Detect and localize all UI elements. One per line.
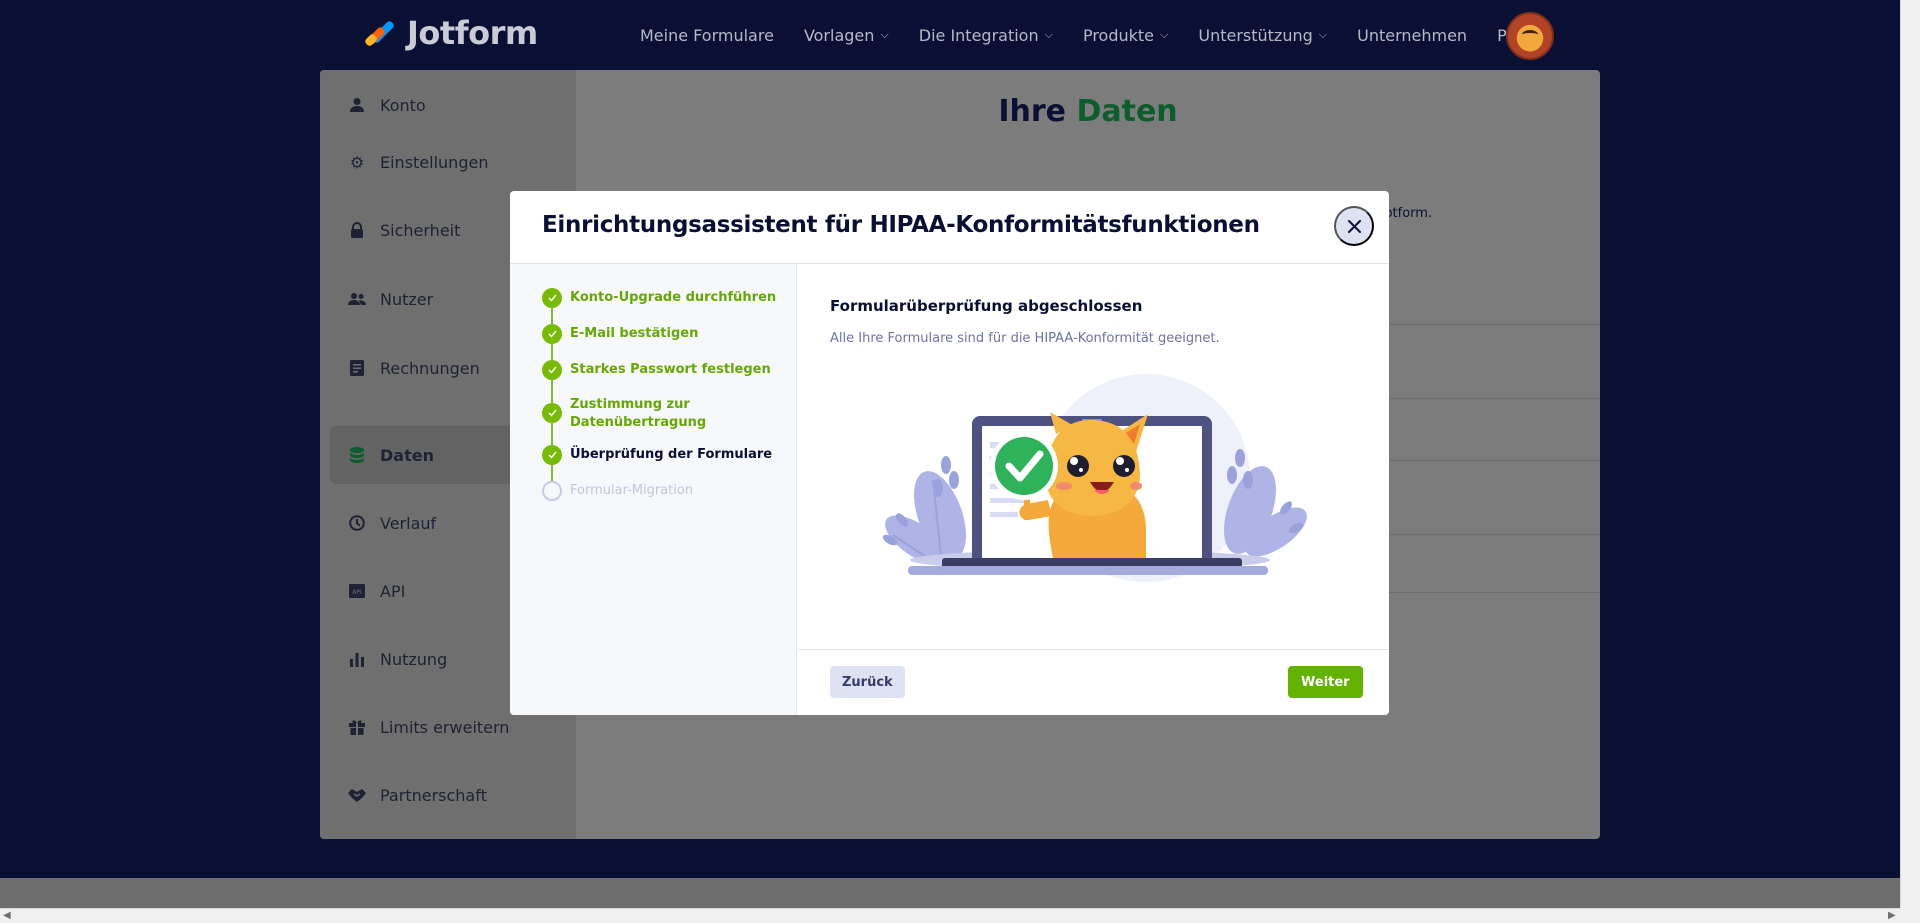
content-text: Alle Ihre Formulare sind für die HIPAA-K… bbox=[830, 331, 1220, 346]
wizard-step-label: Konto-Upgrade durchführen bbox=[570, 290, 777, 305]
page-title-accent: Daten bbox=[1076, 94, 1178, 129]
sidebar-item-label: Sicherheit bbox=[380, 220, 461, 240]
users-icon bbox=[348, 290, 366, 308]
wizard-step-label: Starkes Passwort festlegen bbox=[570, 362, 771, 377]
horizontal-scrollbar[interactable]: ◀ ▶ bbox=[0, 908, 1900, 923]
back-button[interactable]: Zurück bbox=[830, 666, 905, 698]
sidebar-item-label: Daten bbox=[380, 445, 434, 465]
check-icon bbox=[542, 445, 562, 465]
clock-icon bbox=[348, 514, 366, 532]
top-navigation: Jotform Meine Formulare Vorlagen ⌵ Die In… bbox=[0, 0, 1900, 70]
sidebar-item-label: Nutzung bbox=[380, 649, 448, 669]
wizard-step: Konto-Upgrade durchführen bbox=[542, 288, 782, 308]
modal-title: Einrichtungsassistent für HIPAA-Konformi… bbox=[542, 212, 1260, 238]
main-menu: Meine Formulare Vorlagen ⌵ Die Integratio… bbox=[640, 0, 1575, 70]
wizard-step-label: Formular-Migration bbox=[570, 483, 694, 498]
database-icon bbox=[348, 446, 366, 464]
sidebar-item-label: Einstellungen bbox=[380, 152, 489, 172]
brand-name: Jotform bbox=[407, 14, 538, 52]
wizard-content: Formularüberprüfung abgeschlossen Alle I… bbox=[798, 264, 1389, 715]
empty-circle-icon bbox=[542, 481, 562, 501]
wizard-step: Formular-Migration bbox=[542, 481, 782, 501]
nav-label: Die Integration bbox=[918, 25, 1039, 45]
wizard-step-label: E-Mail bestätigen bbox=[570, 326, 699, 341]
sidebar-item-label: Limits erweitern bbox=[380, 717, 510, 737]
svg-text:API: API bbox=[352, 589, 362, 596]
modal-footer: Zurück Weiter bbox=[798, 649, 1389, 715]
chevron-down-icon: ⌵ bbox=[1044, 28, 1053, 41]
check-icon bbox=[542, 360, 562, 380]
mascot-laptop-illustration bbox=[882, 374, 1307, 582]
sidebar-item-label: Rechnungen bbox=[380, 358, 480, 378]
nav-label: Unternehmen bbox=[1357, 25, 1468, 45]
handshake-icon bbox=[348, 786, 366, 804]
sidebar-item-konto[interactable]: Konto bbox=[330, 76, 576, 134]
gift-icon bbox=[348, 718, 366, 736]
chevron-down-icon: ⌵ bbox=[1318, 28, 1328, 41]
check-icon bbox=[542, 403, 562, 423]
hipaa-setup-wizard-modal: Einrichtungsassistent für HIPAA-Konformi… bbox=[510, 191, 1389, 715]
invoice-icon bbox=[348, 359, 366, 377]
api-icon: API bbox=[348, 582, 366, 600]
wizard-step: E-Mail bestätigen bbox=[542, 324, 782, 344]
page-title: Ihre Daten bbox=[576, 94, 1600, 129]
nav-item-produkte[interactable]: Produkte ⌵ bbox=[1083, 26, 1168, 45]
vertical-scrollbar[interactable] bbox=[1900, 0, 1920, 908]
user-icon bbox=[348, 96, 366, 114]
close-button[interactable] bbox=[1334, 206, 1374, 246]
avatar[interactable] bbox=[1506, 12, 1554, 60]
jotform-logo-icon bbox=[363, 17, 397, 49]
scroll-right-icon[interactable]: ▶ bbox=[1888, 909, 1896, 923]
sidebar-item-label: Nutzer bbox=[380, 289, 434, 309]
chevron-down-icon: ⌵ bbox=[880, 28, 889, 41]
chevron-down-icon: ⌵ bbox=[1160, 28, 1169, 41]
modal-header: Einrichtungsassistent für HIPAA-Konformi… bbox=[510, 191, 1389, 264]
nav-item-vorlagen[interactable]: Vorlagen ⌵ bbox=[804, 26, 889, 45]
scrollbar-corner bbox=[1900, 908, 1920, 923]
wizard-step: Zustimmung zur Datenübertragung bbox=[542, 395, 757, 432]
scroll-left-icon[interactable]: ◀ bbox=[3, 909, 11, 923]
sidebar-item-label: Konto bbox=[380, 95, 426, 115]
sidebar-item-label: API bbox=[380, 581, 406, 601]
lock-icon bbox=[348, 221, 366, 239]
nav-label: Vorlagen bbox=[803, 25, 875, 45]
jotform-logo[interactable]: Jotform bbox=[363, 14, 538, 52]
wizard-step-label: Zustimmung zur Datenübertragung bbox=[570, 397, 707, 430]
content-title: Formularüberprüfung abgeschlossen bbox=[830, 297, 1143, 315]
wizard-steps: Konto-Upgrade durchführen E-Mail bestäti… bbox=[510, 264, 797, 715]
wizard-step: Überprüfung der Formulare bbox=[542, 445, 782, 465]
sidebar-item-einstellungen[interactable]: ⚙ Einstellungen bbox=[330, 133, 576, 191]
nav-label: Produkte bbox=[1082, 25, 1155, 45]
page-footer-strip bbox=[0, 878, 1900, 908]
nav-label: Unterstützung bbox=[1198, 25, 1313, 45]
bar-chart-icon bbox=[348, 650, 366, 668]
sidebar-item-partnerschaft[interactable]: Partnerschaft bbox=[330, 766, 576, 824]
nav-label: Meine Formulare bbox=[640, 25, 774, 45]
nav-item-integration[interactable]: Die Integration ⌵ bbox=[919, 26, 1053, 45]
sidebar-item-label: Verlauf bbox=[380, 513, 437, 533]
nav-item-meine-formulare[interactable]: Meine Formulare bbox=[640, 26, 774, 45]
wizard-step-label: Überprüfung der Formulare bbox=[570, 447, 773, 462]
gear-icon: ⚙ bbox=[349, 152, 365, 172]
page-title-text: Ihre bbox=[998, 94, 1066, 129]
check-icon bbox=[542, 288, 562, 308]
wizard-step: Starkes Passwort festlegen bbox=[542, 360, 782, 380]
nav-item-unternehmen[interactable]: Unternehmen bbox=[1357, 26, 1467, 45]
sidebar-item-label: Partnerschaft bbox=[380, 785, 487, 805]
check-icon bbox=[542, 324, 562, 344]
close-icon bbox=[1347, 219, 1361, 233]
nav-item-unterstuetzung[interactable]: Unterstützung ⌵ bbox=[1198, 26, 1327, 45]
next-button[interactable]: Weiter bbox=[1288, 666, 1363, 698]
